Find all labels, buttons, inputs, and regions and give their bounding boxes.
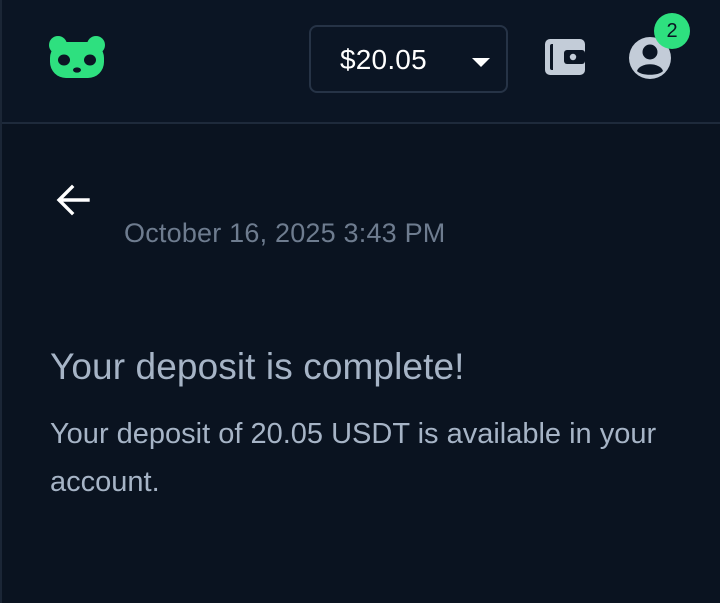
top-header: $20.05 2 <box>2 0 720 124</box>
balance-value: $20.05 <box>340 44 427 75</box>
app-frame: $20.05 2 October 16, 2025 3:43 PM Your d… <box>0 0 720 603</box>
deposit-status-title: Your deposit is complete! <box>50 346 465 387</box>
panda-logo[interactable] <box>48 36 106 80</box>
deposit-timestamp: October 16, 2025 3:43 PM <box>124 218 446 248</box>
notification-badge[interactable]: 2 <box>654 13 690 49</box>
balance-dropdown[interactable]: $20.05 <box>309 25 508 93</box>
wallet-icon[interactable] <box>544 38 586 76</box>
arrow-left-icon[interactable] <box>54 180 94 220</box>
chevron-down-icon <box>472 58 490 67</box>
deposit-status-message: Your deposit of 20.05 USDT is available … <box>50 418 657 498</box>
